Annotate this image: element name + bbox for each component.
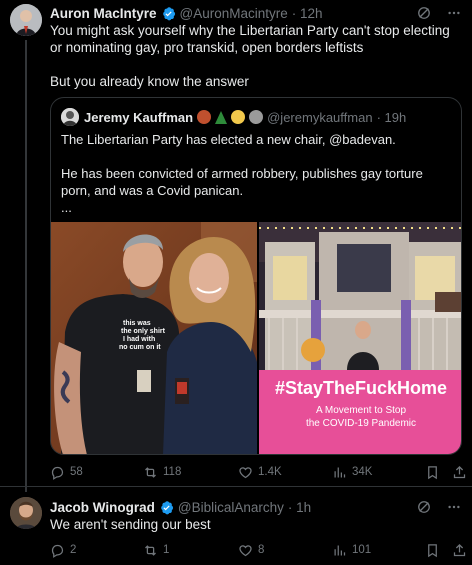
quote-photo-people[interactable]: this was the only shirt I had with no cu… (51, 222, 257, 454)
reply-button[interactable]: 58 (50, 465, 83, 480)
views-count: 101 (352, 544, 372, 556)
thread-line (25, 40, 27, 492)
tree-emoji-icon (215, 110, 228, 124)
shirt-text-line-1: this was (123, 320, 151, 327)
gray-circle-icon (249, 110, 264, 124)
shirt-text-line-4: no cum on it (119, 344, 161, 351)
bookmark-button[interactable] (425, 465, 440, 480)
views-count: 34K (352, 466, 373, 478)
gold-circle-icon (231, 110, 246, 124)
banner-title: #StayTheFuckHome (274, 378, 448, 398)
more-options-icon[interactable] (446, 499, 462, 515)
shirt-text-line-3: I had with (123, 336, 155, 343)
reply-count: 2 (70, 544, 77, 556)
quote-tweet[interactable]: Jeremy Kauffman @jeremykauffman · 19h Th… (50, 97, 462, 455)
author-handle[interactable]: @AuronMacintyre (180, 6, 288, 21)
share-button[interactable] (452, 543, 467, 558)
views-button[interactable]: 101 (332, 543, 371, 558)
tweet-text: You might ask yourself why the Libertari… (50, 23, 450, 89)
like-button[interactable]: 8 (238, 543, 264, 558)
badge-emoji-icon (197, 110, 212, 124)
reply-avatar[interactable] (10, 497, 42, 529)
quote-photo-stayhome[interactable]: #StayTheFuckHome A Movement to Stop the … (259, 222, 461, 454)
views-icon (334, 467, 346, 477)
reply-author-handle[interactable]: @BiblicalAnarchy (178, 500, 284, 515)
like-button[interactable]: 1.4K (238, 465, 282, 480)
reply-icon (51, 544, 64, 558)
views-button[interactable]: 34K (332, 465, 372, 480)
reply-text: We aren't sending our best (50, 517, 211, 532)
heart-icon (239, 544, 252, 556)
retweet-count: 1 (163, 544, 170, 556)
tweet-actions: 58 118 1.4K 34K (50, 462, 466, 482)
quote-handle: @jeremykauffman (267, 109, 373, 125)
reply-author-name[interactable]: Jacob Winograd (50, 500, 155, 515)
stayhome-banner: #StayTheFuckHome A Movement to Stop the … (259, 370, 461, 454)
grok-icon[interactable] (416, 5, 432, 21)
reply-button[interactable]: 2 (50, 543, 76, 558)
reply-count: 58 (70, 466, 83, 478)
shirt-text-line-2: the only shirt (121, 328, 166, 335)
retweet-icon (145, 466, 156, 478)
quote-author-name: Jeremy Kauffman (84, 109, 194, 125)
retweet-icon (145, 544, 156, 556)
bookmark-icon (428, 465, 437, 479)
bookmark-icon (428, 543, 437, 557)
bookmark-button[interactable] (425, 543, 440, 558)
quote-avatar[interactable] (61, 108, 79, 126)
verified-badge-icon (162, 6, 175, 20)
tweet-header: Auron MacIntyre @AuronMacintyre · 12h (50, 4, 323, 22)
quote-timestamp: · 19h (376, 109, 407, 125)
verified-badge-icon (161, 500, 173, 514)
timestamp[interactable]: · 12h (292, 6, 323, 21)
reply-header: Jacob Winograd @BiblicalAnarchy · 1h (50, 498, 311, 516)
like-count: 1.4K (258, 466, 282, 478)
reply-actions: 2 1 8 101 (50, 540, 466, 560)
reply-icon (51, 466, 64, 480)
heart-icon (239, 466, 252, 478)
retweet-count: 118 (163, 466, 182, 478)
views-icon (334, 545, 346, 555)
like-count: 8 (258, 544, 265, 556)
avatar[interactable] (10, 4, 42, 36)
share-icon (453, 543, 466, 556)
share-icon (453, 465, 466, 478)
reply-timestamp[interactable]: · 1h (288, 500, 311, 515)
retweet-button[interactable]: 1 (143, 543, 169, 558)
retweet-button[interactable]: 118 (143, 465, 181, 480)
more-options-icon[interactable] (446, 5, 462, 21)
quote-header: Jeremy Kauffman @jeremykauffman · 19h (84, 108, 406, 126)
banner-subtitle: A Movement to Stop the COVID-19 Pandemic (305, 405, 417, 429)
author-name[interactable]: Auron MacIntyre (50, 6, 157, 21)
share-button[interactable] (452, 465, 467, 480)
tweet-auron[interactable]: Auron MacIntyre @AuronMacintyre · 12h Yo… (0, 0, 472, 492)
quote-text: The Libertarian Party has elected a new … (61, 132, 423, 215)
grok-icon[interactable] (416, 499, 432, 515)
